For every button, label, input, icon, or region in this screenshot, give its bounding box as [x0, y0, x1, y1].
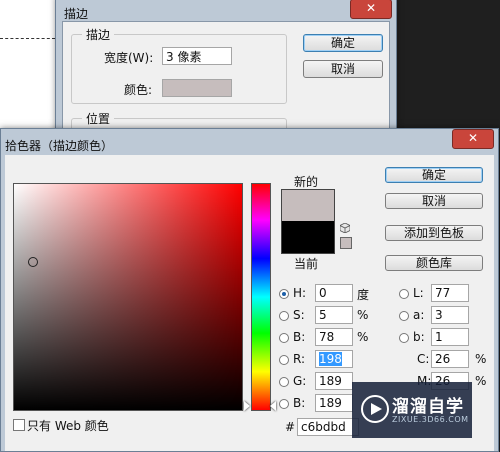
color-field-marker[interactable]: [28, 257, 38, 267]
new-color-swatch: [281, 189, 335, 222]
stroke-cancel-button[interactable]: 取消: [303, 60, 383, 78]
b-label: B:: [293, 330, 306, 344]
hex-input[interactable]: c6bdbd: [297, 418, 359, 436]
b-unit: %: [357, 330, 369, 344]
l-radio[interactable]: [399, 289, 409, 299]
r-value: 198: [319, 352, 342, 366]
b-radio[interactable]: [279, 333, 289, 343]
g-label: G:: [293, 374, 307, 388]
stroke-dialog: 描边 ✕ 描边 宽度(W): 3 像素 颜色: 位置 确定 取消: [55, 0, 397, 160]
s-unit: %: [357, 308, 369, 322]
picker-close-button[interactable]: ✕: [452, 129, 494, 149]
stroke-group-title: 描边: [82, 26, 115, 43]
g-radio[interactable]: [279, 377, 289, 387]
websafe-color-box[interactable]: [340, 237, 352, 249]
width-label: 宽度(W):: [104, 51, 154, 65]
hue-slider-left-handle-icon[interactable]: [244, 401, 250, 411]
b-input[interactable]: 78: [315, 328, 353, 346]
picker-ok-button[interactable]: 确定: [385, 167, 483, 183]
blue-input[interactable]: 189: [315, 394, 353, 412]
r-input[interactable]: 198: [315, 350, 353, 368]
web-colors-label: 只有 Web 颜色: [27, 419, 109, 433]
lab-b-input[interactable]: 1: [431, 328, 469, 346]
close-icon: ✕: [467, 131, 479, 145]
stroke-titlebar: 描边 ✕: [56, 0, 396, 23]
close-button[interactable]: ✕: [350, 0, 392, 19]
width-input[interactable]: 3 像素: [162, 47, 232, 65]
color-label: 颜色:: [124, 83, 153, 97]
position-group-title: 位置: [82, 110, 115, 127]
out-of-gamut-cube-icon[interactable]: [340, 223, 350, 233]
stroke-dialog-title: 描边: [64, 7, 89, 21]
new-label: 新的: [294, 175, 319, 189]
s-label: S:: [293, 308, 305, 322]
hue-slider[interactable]: [251, 183, 271, 411]
stroke-group: 描边 宽度(W): 3 像素 颜色:: [71, 26, 287, 104]
h-radio[interactable]: [279, 289, 289, 299]
stroke-dialog-body: 描边 宽度(W): 3 像素 颜色: 位置 确定 取消: [62, 21, 390, 160]
a-label: a:: [413, 308, 425, 322]
c-input[interactable]: 26: [431, 350, 469, 368]
h-label: H:: [293, 286, 307, 300]
h-unit: 度: [357, 288, 370, 302]
h-input[interactable]: 0: [315, 284, 353, 302]
lab-b-radio[interactable]: [399, 333, 409, 343]
blue-label: B:: [293, 396, 306, 410]
m-unit: %: [475, 374, 487, 388]
watermark-subtitle: ZIXUE.3D66.COM: [392, 415, 469, 424]
stroke-color-swatch[interactable]: [162, 79, 232, 97]
selection-marquee: [0, 38, 55, 39]
a-radio[interactable]: [399, 311, 409, 321]
current-label: 当前: [294, 257, 319, 271]
lab-b-label: b:: [413, 330, 425, 344]
c-label: C:: [417, 352, 430, 366]
close-icon: ✕: [365, 1, 377, 15]
a-input[interactable]: 3: [431, 306, 469, 324]
l-label: L:: [413, 286, 424, 300]
l-input[interactable]: 77: [431, 284, 469, 302]
blue-radio[interactable]: [279, 399, 289, 409]
stroke-ok-button[interactable]: 确定: [303, 34, 383, 52]
c-unit: %: [475, 352, 487, 366]
picker-cancel-button[interactable]: 取消: [385, 193, 483, 209]
r-label: R:: [293, 352, 306, 366]
color-libraries-button[interactable]: 颜色库: [385, 255, 483, 271]
web-colors-checkbox[interactable]: [13, 419, 25, 431]
watermark: 溜溜自学 ZIXUE.3D66.COM: [352, 382, 472, 438]
watermark-title: 溜溜自学: [392, 397, 464, 417]
r-radio[interactable]: [279, 355, 289, 365]
add-to-swatches-button[interactable]: 添加到色板: [385, 225, 483, 241]
hue-slider-right-handle-icon[interactable]: [270, 401, 276, 411]
picker-title: 拾色器（描边颜色）: [5, 139, 114, 153]
watermark-logo-icon: [361, 395, 389, 423]
s-radio[interactable]: [279, 311, 289, 321]
hex-label: #: [285, 420, 296, 434]
s-input[interactable]: 5: [315, 306, 353, 324]
color-field[interactable]: [13, 183, 243, 411]
current-color-swatch[interactable]: [281, 221, 335, 254]
g-input[interactable]: 189: [315, 372, 353, 390]
